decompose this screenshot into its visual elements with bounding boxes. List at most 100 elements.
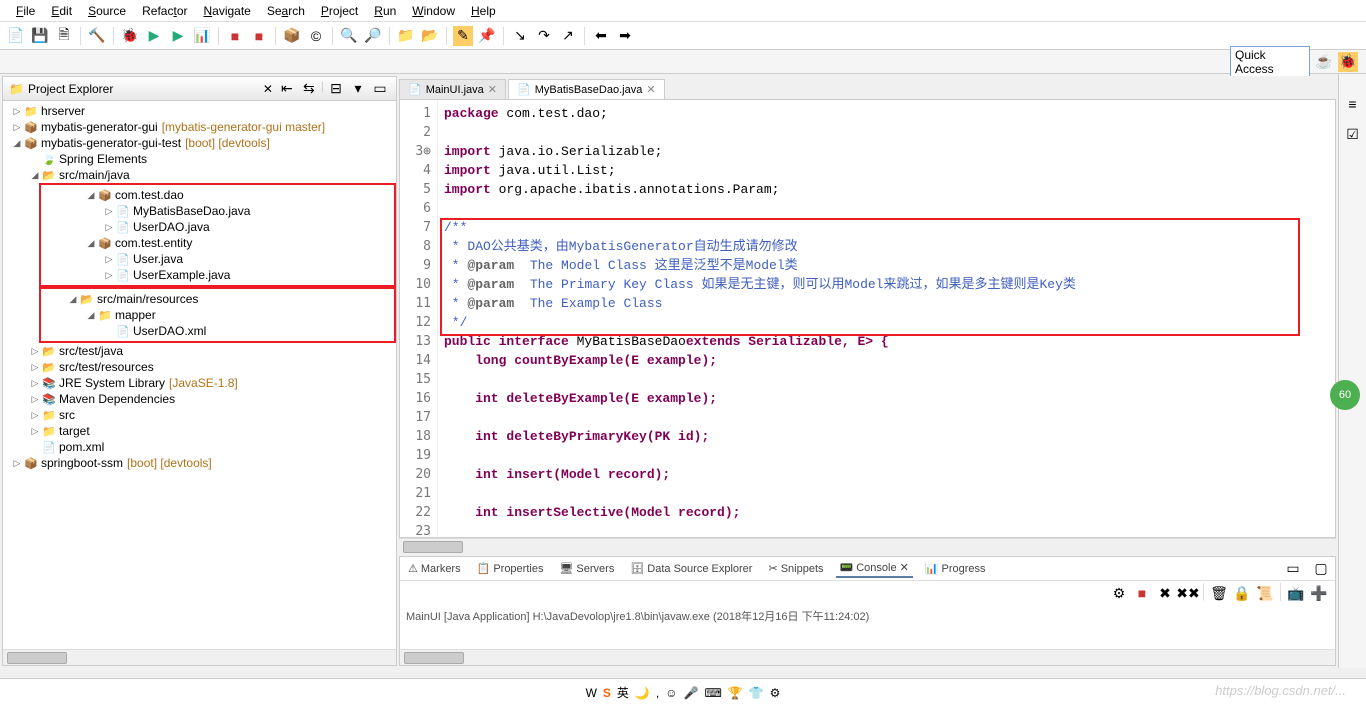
tree-item[interactable]: ◢📁mapper	[41, 307, 394, 323]
close-icon[interactable]: ✕	[646, 83, 655, 96]
bottom-tab-progress[interactable]: 📊Progress	[921, 560, 990, 577]
folder-icon[interactable]: 📁	[396, 26, 416, 46]
console-terminate-icon[interactable]: ■	[1132, 583, 1152, 603]
build-icon[interactable]: 🔨	[87, 26, 107, 46]
debug-icon[interactable]: 🐞	[120, 26, 140, 46]
tree-item[interactable]: ▷📁target	[3, 423, 396, 439]
moon-icon[interactable]: 🌙	[635, 686, 650, 700]
toggle-mark-icon[interactable]: ✎	[453, 26, 473, 46]
bottom-tab-console[interactable]: 📟Console ✕	[836, 559, 913, 578]
perspective-java-icon[interactable]: ☕	[1314, 52, 1334, 72]
close-icon[interactable]: ✕	[263, 82, 273, 96]
quick-access-input[interactable]: Quick Access	[1230, 46, 1310, 78]
forward-icon[interactable]: ➡	[615, 26, 635, 46]
console-new-icon[interactable]: ➕	[1309, 583, 1329, 603]
new-icon[interactable]: 📄	[6, 26, 26, 46]
editor-tab[interactable]: 📄MainUI.java✕	[399, 79, 506, 99]
bottom-tab-servers[interactable]: 🖥Servers	[555, 560, 618, 577]
min-icon[interactable]: ▭	[370, 79, 390, 99]
console-h-scrollbar[interactable]	[400, 649, 1335, 665]
step-over-icon[interactable]: ↷	[534, 26, 554, 46]
gear-icon[interactable]: ⚙	[770, 686, 781, 700]
menu-window[interactable]: Window	[404, 2, 463, 20]
bottom-tab-properties[interactable]: 📋Properties	[473, 560, 548, 577]
tree-h-scrollbar[interactable]	[3, 649, 396, 665]
step-return-icon[interactable]: ↗	[558, 26, 578, 46]
console-lock-icon[interactable]: 🔒	[1232, 583, 1252, 603]
menu-search[interactable]: Search	[259, 2, 313, 20]
new-class-icon[interactable]: ©	[306, 26, 326, 46]
tree-item[interactable]: ▷📦springboot-ssm[boot] [devtools]	[3, 455, 396, 471]
console-pin-icon[interactable]: ⚙	[1109, 583, 1129, 603]
tree-item[interactable]: ◢📦com.test.entity	[41, 235, 394, 251]
step-icon[interactable]: ↘	[510, 26, 530, 46]
menu-source[interactable]: Source	[80, 2, 134, 20]
tree-item[interactable]: ▷📚Maven Dependencies	[3, 391, 396, 407]
menu-navigate[interactable]: Navigate	[195, 2, 258, 20]
smiley-icon[interactable]: ☺	[665, 686, 677, 700]
coverage-icon[interactable]: 📊	[192, 26, 212, 46]
run-icon[interactable]: ▶	[144, 26, 164, 46]
run-last-icon[interactable]: ▶	[168, 26, 188, 46]
notification-badge[interactable]: 60	[1330, 380, 1360, 410]
code-view[interactable]: package com.test.dao; import java.io.Ser…	[438, 100, 1335, 537]
tree-item[interactable]: 📄UserDAO.xml	[41, 323, 394, 339]
menu-refactor[interactable]: Refactor	[134, 2, 195, 20]
tree-item[interactable]: ▷📦mybatis-generator-gui[mybatis-generato…	[3, 119, 396, 135]
filter-icon[interactable]: ▾	[348, 79, 368, 99]
editor-area[interactable]: 123⊕4567891011121314151617181920212223 p…	[399, 100, 1336, 538]
keyboard-icon[interactable]: ⌨	[704, 686, 721, 700]
console-clear-icon[interactable]: 🗑	[1209, 583, 1229, 603]
tree-item[interactable]: ◢📂src/main/java	[3, 167, 396, 183]
tree-item[interactable]: ▷📂src/test/resources	[3, 359, 396, 375]
outline-icon[interactable]: ≡	[1343, 94, 1363, 114]
tree-item[interactable]: ▷📄MyBatisBaseDao.java	[41, 203, 394, 219]
menu-run[interactable]: Run	[366, 2, 404, 20]
trophy-icon[interactable]: 🏆	[728, 686, 743, 700]
save-icon[interactable]: 💾	[30, 26, 50, 46]
bottom-tab-snippets[interactable]: ✂Snippets	[764, 560, 827, 577]
tree-item[interactable]: ▷📚JRE System Library[JavaSE-1.8]	[3, 375, 396, 391]
tree-item[interactable]: ▷📄UserExample.java	[41, 267, 394, 283]
new-package-icon[interactable]: 📦	[282, 26, 302, 46]
tree-item[interactable]: ▷📁hrserver	[3, 103, 396, 119]
tree-item[interactable]: ▷📂src/test/java	[3, 343, 396, 359]
editor-h-scrollbar[interactable]	[399, 538, 1336, 554]
tree-item[interactable]: ▷📄UserDAO.java	[41, 219, 394, 235]
console-removeall-icon[interactable]: ✖✖	[1178, 583, 1198, 603]
open-type-icon[interactable]: 🔍	[339, 26, 359, 46]
open-task-icon[interactable]: 📂	[420, 26, 440, 46]
task-list-icon[interactable]: ☑	[1343, 124, 1363, 144]
relaunch-icon[interactable]: ■	[249, 26, 269, 46]
pin-icon[interactable]: 📌	[477, 26, 497, 46]
bottom-tab-data-source-explorer[interactable]: 🗄Data Source Explorer	[626, 560, 756, 577]
menu-help[interactable]: Help	[463, 2, 504, 20]
tree-item[interactable]: ◢📦mybatis-generator-gui-test[boot] [devt…	[3, 135, 396, 151]
tree-item[interactable]: ▷📁src	[3, 407, 396, 423]
close-icon[interactable]: ✕	[488, 83, 497, 96]
perspective-debug-icon[interactable]: 🐞	[1338, 52, 1358, 72]
bottom-tab-markers[interactable]: ⚠Markers	[404, 560, 465, 577]
focus-icon[interactable]: ⊟	[326, 79, 346, 99]
console-scroll-icon[interactable]: 📜	[1255, 583, 1275, 603]
menu-project[interactable]: Project	[313, 2, 366, 20]
search-icon[interactable]: 🔎	[363, 26, 383, 46]
mic-icon[interactable]: 🎤	[683, 686, 698, 700]
project-tree[interactable]: ▷📁hrserver▷📦mybatis-generator-gui[mybati…	[3, 101, 396, 649]
tree-item[interactable]: ◢📦com.test.dao	[41, 187, 394, 203]
min-panel-icon[interactable]: ▭	[1283, 559, 1303, 579]
sogou-icon[interactable]: S	[603, 686, 611, 700]
tree-item[interactable]: ▷📄User.java	[41, 251, 394, 267]
save-all-icon[interactable]: 🗎	[54, 26, 74, 46]
menu-edit[interactable]: Edit	[43, 2, 80, 20]
editor-tab[interactable]: 📄MyBatisBaseDao.java✕	[508, 79, 665, 99]
max-panel-icon[interactable]: ▢	[1311, 559, 1331, 579]
link-editor-icon[interactable]: ⇆	[299, 79, 319, 99]
tree-item[interactable]: ◢📂src/main/resources	[41, 291, 394, 307]
menu-file[interactable]: File	[8, 2, 43, 20]
collapse-all-icon[interactable]: ⇤	[277, 79, 297, 99]
console-remove-icon[interactable]: ✖	[1155, 583, 1175, 603]
stop-icon[interactable]: ■	[225, 26, 245, 46]
tree-item[interactable]: 🍃Spring Elements	[3, 151, 396, 167]
console-open-icon[interactable]: 📺	[1286, 583, 1306, 603]
